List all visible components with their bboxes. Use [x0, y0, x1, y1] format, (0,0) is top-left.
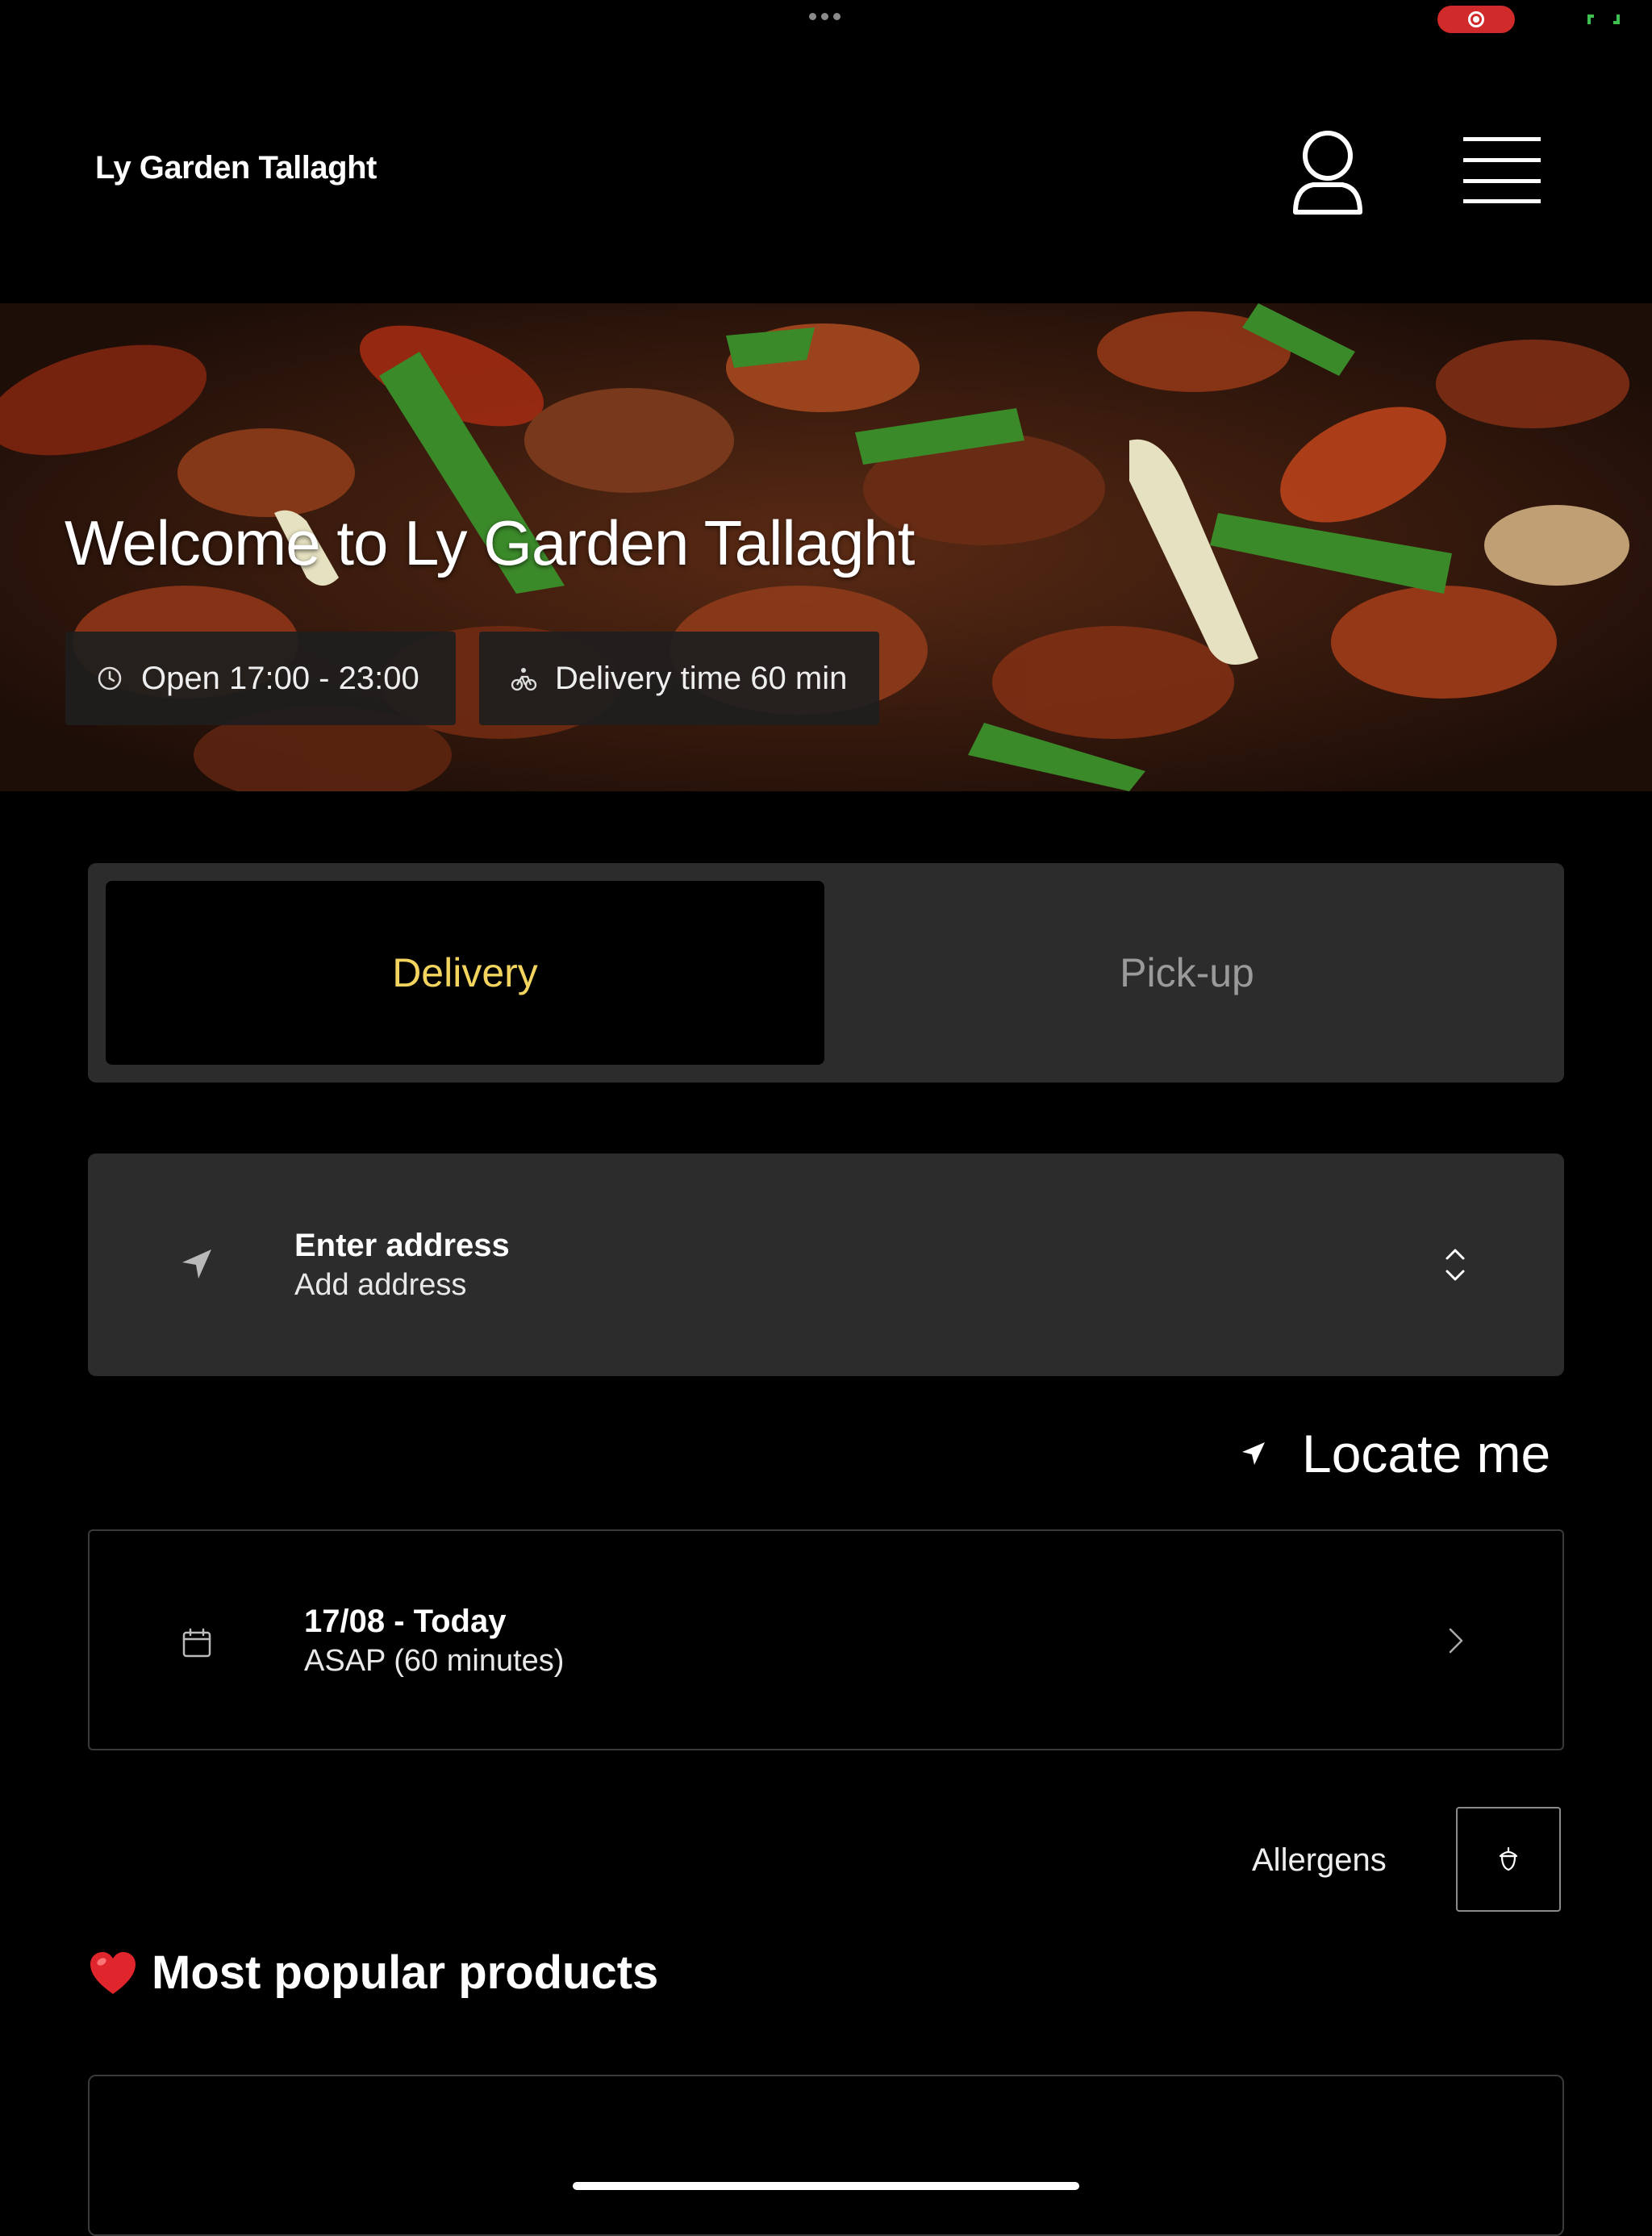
tab-delivery[interactable]: Delivery [106, 881, 824, 1065]
location-arrow-icon [1242, 1442, 1265, 1465]
opening-hours-chip: Open 17:00 - 23:00 [65, 632, 456, 725]
hamburger-menu-icon[interactable] [1462, 136, 1542, 205]
delivery-time-chip: Delivery time 60 min [479, 632, 879, 725]
delivery-date: 17/08 - Today [304, 1604, 507, 1639]
delivery-time-text: Delivery time 60 min [555, 660, 848, 696]
allergen-acorn-icon [1499, 1846, 1518, 1871]
navigation-arrow-icon [182, 1249, 211, 1279]
heart-icon [90, 1951, 136, 1994]
bicycle-courier-icon [511, 668, 537, 691]
section-most-popular: Most popular products [89, 1946, 658, 2000]
chevron-right-icon [1449, 1628, 1463, 1654]
section-title: Most popular products [152, 1946, 659, 1999]
chevron-up-down-icon [1446, 1249, 1465, 1281]
user-icon[interactable] [1289, 125, 1366, 218]
order-mode-toggle: Delivery Pick-up [88, 863, 1564, 1083]
screen-recording-indicator[interactable] [1437, 6, 1515, 33]
locate-me-button[interactable]: Locate me [1241, 1421, 1550, 1486]
battery-icon [1587, 15, 1620, 24]
locate-me-label: Locate me [1302, 1424, 1551, 1483]
record-icon [1468, 11, 1484, 27]
restaurant-name[interactable]: Ly Garden Tallaght [95, 150, 377, 186]
address-selector[interactable]: Enter address Add address [88, 1153, 1564, 1376]
product-card[interactable] [88, 2075, 1564, 2236]
delivery-time-selector[interactable]: 17/08 - Today ASAP (60 minutes) [88, 1529, 1564, 1750]
home-indicator[interactable] [573, 2182, 1079, 2190]
tab-pickup[interactable]: Pick-up [828, 881, 1546, 1065]
clock-icon [98, 666, 122, 690]
multitasking-dots[interactable] [809, 13, 845, 24]
allergens-button[interactable] [1456, 1807, 1561, 1912]
opening-hours-text: Open 17:00 - 23:00 [141, 660, 419, 696]
address-value: Add address [294, 1268, 467, 1302]
welcome-title: Welcome to Ly Garden Tallaght [65, 507, 915, 578]
allergens-label: Allergens [1252, 1842, 1387, 1878]
address-title: Enter address [294, 1228, 510, 1263]
calendar-icon [182, 1628, 211, 1658]
delivery-time-option: ASAP (60 minutes) [304, 1644, 565, 1678]
